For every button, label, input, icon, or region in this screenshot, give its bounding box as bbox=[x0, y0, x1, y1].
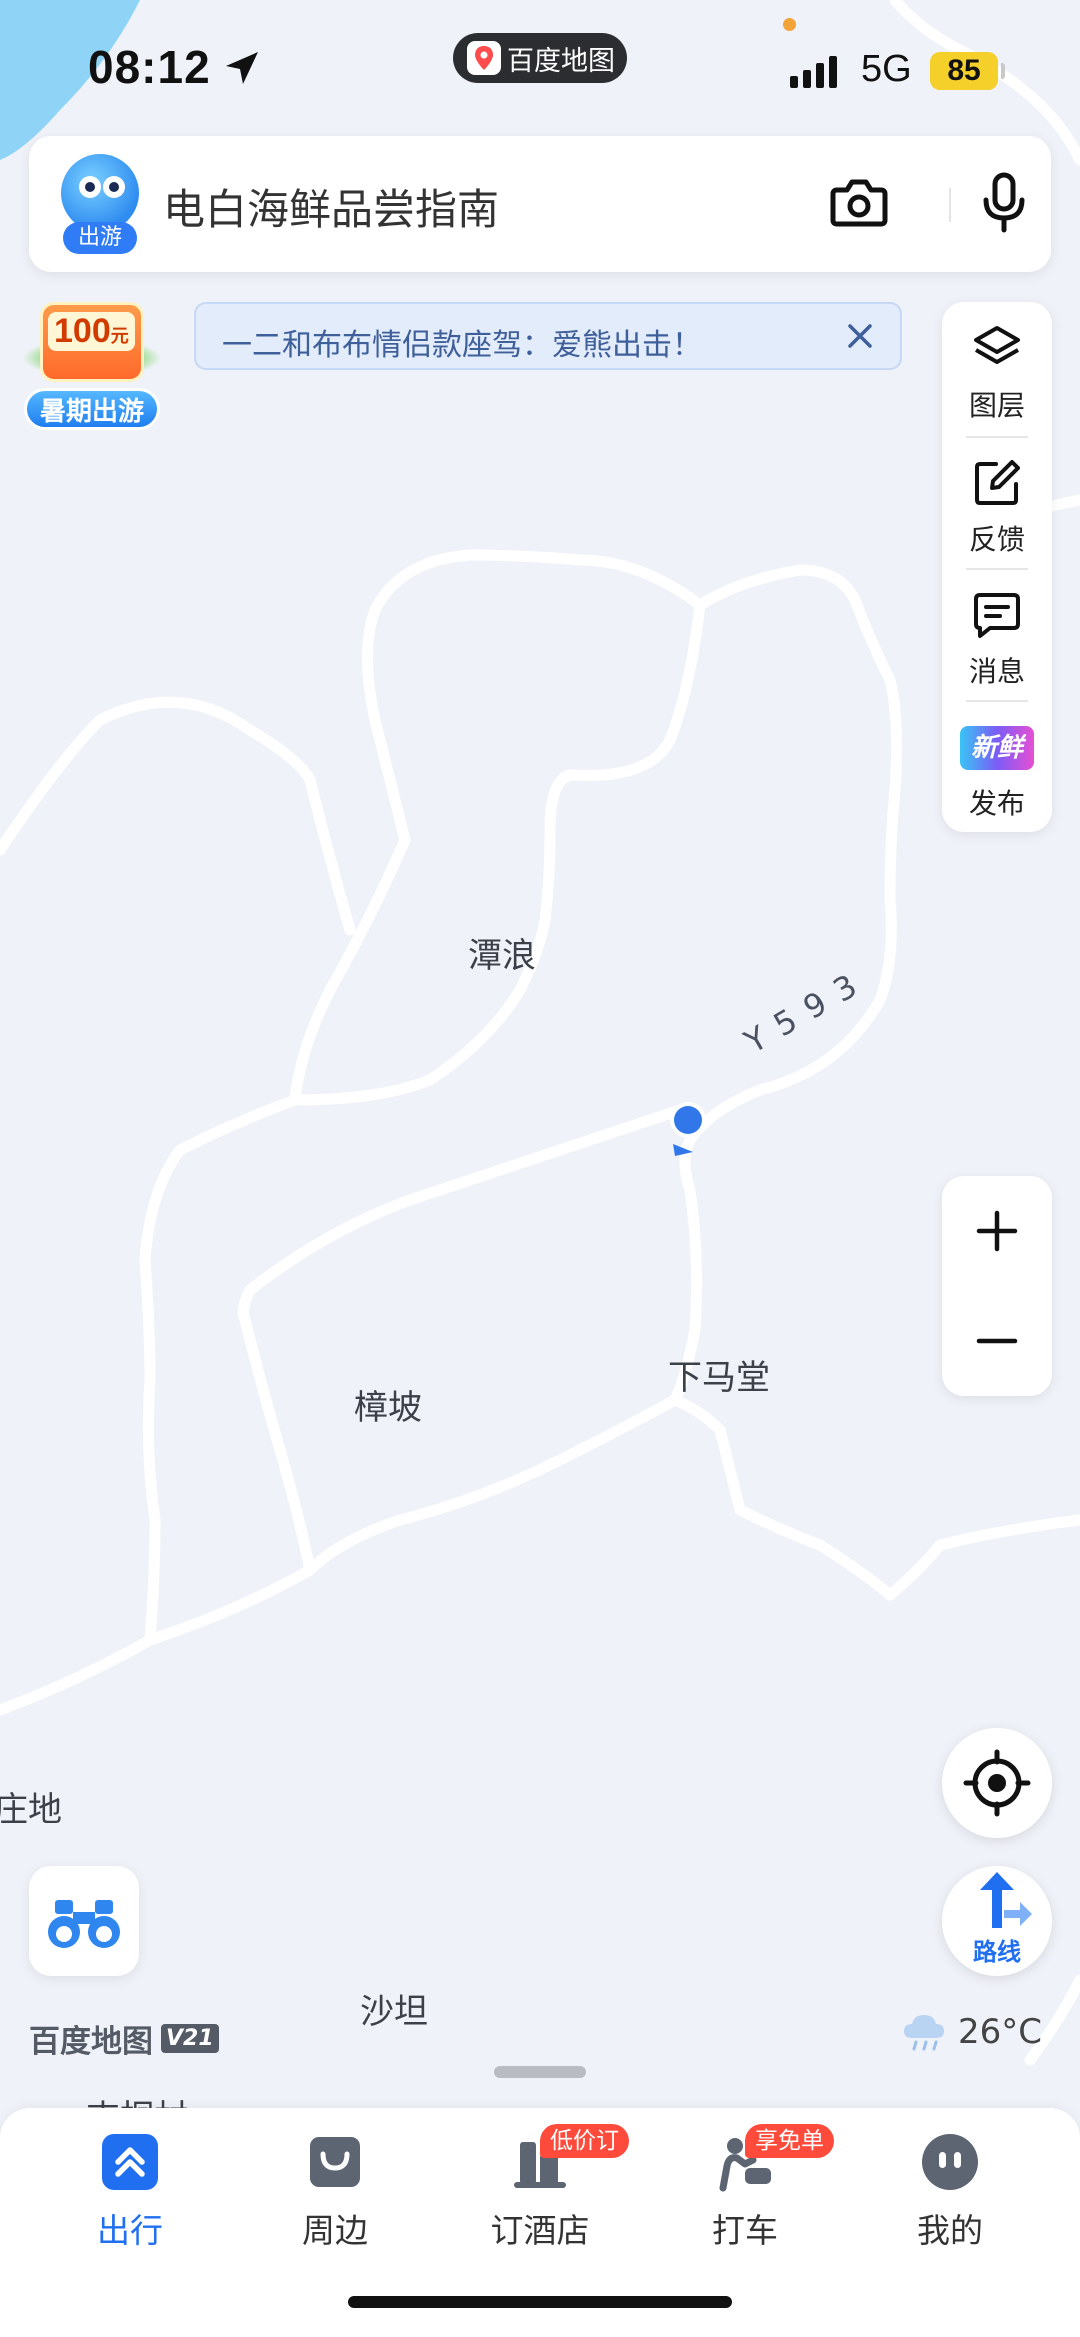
messages-label: 消息 bbox=[968, 655, 1025, 688]
microphone-icon[interactable] bbox=[981, 172, 1027, 234]
tab-nearby[interactable]: 周边 bbox=[255, 2132, 415, 2262]
publish-button[interactable]: 新鲜事 发布 bbox=[942, 700, 1052, 832]
zoom-in-button[interactable] bbox=[942, 1176, 1052, 1286]
tab-hotel[interactable]: 低价订 订酒店 bbox=[460, 2124, 629, 2262]
taxi-badge: 享免单 bbox=[745, 2124, 834, 2158]
promo-amount: 100元 bbox=[48, 312, 135, 351]
location-arrow-icon bbox=[226, 52, 258, 84]
brand-name: 百度地图 bbox=[29, 2024, 153, 2060]
tab-profile-label: 我的 bbox=[917, 2211, 983, 2250]
zoom-out-button[interactable] bbox=[942, 1286, 1052, 1396]
layers-icon bbox=[974, 326, 1020, 364]
app-pill-label: 百度地图 bbox=[507, 45, 615, 77]
summer-travel-promo[interactable]: 100元 暑期出游 bbox=[22, 298, 162, 434]
route-button[interactable]: 路线 bbox=[942, 1866, 1052, 1976]
mascot-icon bbox=[61, 154, 139, 232]
close-icon[interactable] bbox=[844, 320, 876, 352]
weather-temperature: 26°C bbox=[958, 2012, 1043, 2052]
binoculars-icon bbox=[48, 1900, 120, 1948]
baidu-map-logo: 百度地图 V21 bbox=[29, 2016, 219, 2061]
notice-text: 一二和布布情侣款座驾：爱熊出击！ bbox=[222, 328, 702, 363]
map-tools-panel: 图层 反馈 消息 新鲜事 发布 bbox=[942, 302, 1052, 832]
tab-taxi[interactable]: 享免单 打车 bbox=[665, 2124, 834, 2262]
place-label-tanlang[interactable]: 潭浪 bbox=[468, 928, 536, 977]
search-divider bbox=[949, 188, 951, 222]
feedback-button[interactable]: 反馈 bbox=[942, 436, 1052, 568]
promo-label: 暑期出游 bbox=[24, 388, 160, 430]
zoom-control bbox=[942, 1176, 1052, 1396]
home-indicator[interactable] bbox=[348, 2296, 732, 2308]
signal-icon bbox=[790, 56, 837, 88]
current-location-marker[interactable] bbox=[668, 1100, 708, 1156]
baidu-map-pin-icon bbox=[467, 41, 501, 75]
route-label: 路线 bbox=[973, 1938, 1021, 1966]
tab-travel[interactable]: 出行 bbox=[50, 2132, 210, 2262]
app-pill[interactable]: 百度地图 bbox=[453, 33, 627, 83]
tab-profile[interactable]: 我的 bbox=[870, 2132, 1030, 2262]
camera-icon[interactable] bbox=[829, 174, 889, 230]
feedback-edit-icon bbox=[975, 460, 1020, 505]
place-label-xiamatang[interactable]: 下马堂 bbox=[668, 1350, 770, 1399]
tab-nearby-label: 周边 bbox=[302, 2211, 368, 2250]
network-type: 5G bbox=[861, 48, 912, 90]
minus-icon bbox=[976, 1338, 1018, 1344]
sheet-drag-handle[interactable] bbox=[494, 2066, 586, 2078]
layers-button[interactable]: 图层 bbox=[942, 302, 1052, 434]
brand-version: V21 bbox=[161, 2024, 219, 2053]
layers-label: 图层 bbox=[968, 389, 1025, 422]
place-label-shatan[interactable]: 沙坦 bbox=[360, 1984, 428, 2033]
search-bar[interactable]: 出游 电白海鲜品尝指南 bbox=[29, 136, 1051, 272]
battery-tip bbox=[1001, 63, 1005, 79]
message-icon bbox=[974, 593, 1020, 638]
messages-button[interactable]: 消息 bbox=[942, 568, 1052, 700]
plus-icon bbox=[976, 1210, 1018, 1252]
publish-label: 发布 bbox=[968, 787, 1025, 820]
weather-widget[interactable]: 26°C bbox=[902, 2012, 1042, 2052]
mascot-tag: 出游 bbox=[63, 222, 137, 254]
tab-travel-label: 出行 bbox=[97, 2211, 163, 2250]
route-arrow-icon bbox=[980, 1872, 1032, 1928]
mascot-avatar[interactable]: 出游 bbox=[59, 154, 141, 254]
place-label-zhangpo[interactable]: 樟坡 bbox=[354, 1380, 422, 1429]
profile-icon bbox=[922, 2134, 978, 2190]
travel-icon bbox=[102, 2134, 158, 2190]
new-event-icon: 新鲜事 bbox=[960, 726, 1034, 807]
target-icon bbox=[963, 1749, 1031, 1817]
tab-hotel-label: 订酒店 bbox=[490, 2211, 590, 2250]
status-time: 08:12 bbox=[88, 41, 211, 93]
search-input[interactable]: 电白海鲜品尝指南 bbox=[163, 176, 499, 237]
tab-taxi-label: 打车 bbox=[712, 2211, 778, 2250]
explore-binoculars-button[interactable] bbox=[29, 1866, 139, 1976]
nearby-bag-icon bbox=[310, 2137, 360, 2187]
privacy-indicator-dot bbox=[783, 18, 796, 31]
feedback-label: 反馈 bbox=[968, 523, 1025, 556]
cloud-rain-icon bbox=[904, 2015, 944, 2051]
notice-banner[interactable]: 一二和布布情侣款座驾：爱熊出击！ bbox=[194, 302, 902, 370]
battery-level: 85 bbox=[930, 52, 998, 90]
place-label-zhuangdi[interactable]: 庄地 bbox=[0, 1782, 62, 1831]
locate-me-button[interactable] bbox=[942, 1728, 1052, 1838]
hotel-badge: 低价订 bbox=[540, 2124, 629, 2158]
